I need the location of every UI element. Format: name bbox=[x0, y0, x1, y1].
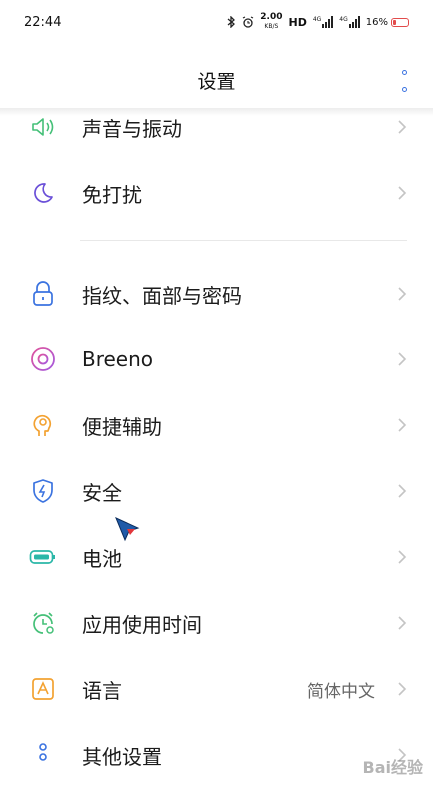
clock-icon bbox=[29, 609, 57, 637]
settings-item-label: 指纹、面部与密码 bbox=[82, 283, 242, 308]
dot-icon bbox=[401, 87, 407, 92]
settings-item-battery[interactable]: 电池 bbox=[0, 526, 433, 588]
signal-icon-2: 4G bbox=[339, 16, 360, 28]
settings-item-sound[interactable]: 声音与振动 bbox=[0, 96, 433, 158]
settings-item-label: Breeno bbox=[82, 347, 154, 371]
shield-icon bbox=[29, 477, 57, 505]
settings-item-fingerprint-face-password[interactable]: 指纹、面部与密码 bbox=[0, 263, 433, 325]
section-divider bbox=[80, 240, 407, 241]
battery-status: 16% bbox=[366, 17, 409, 28]
battery-icon bbox=[29, 543, 57, 571]
chevron-right-icon bbox=[398, 418, 407, 432]
settings-item-convenience-assist[interactable]: 便捷辅助 bbox=[0, 394, 433, 456]
settings-item-do-not-disturb[interactable]: 免打扰 bbox=[0, 162, 433, 224]
battery-indicator-icon bbox=[391, 17, 409, 27]
settings-item-label: 便捷辅助 bbox=[82, 414, 162, 439]
settings-item-label: 电池 bbox=[82, 546, 122, 571]
net-speed: 2.00 KB/S bbox=[260, 12, 283, 31]
language-icon bbox=[29, 675, 57, 703]
breeno-icon bbox=[29, 345, 57, 373]
status-time: 22:44 bbox=[24, 14, 62, 30]
chevron-right-icon bbox=[398, 186, 407, 200]
status-icons: 2.00 KB/S HD 4G 4G 16% bbox=[227, 13, 409, 31]
settings-item-security[interactable]: 安全 bbox=[0, 460, 433, 522]
settings-item-app-usage-time[interactable]: 应用使用时间 bbox=[0, 592, 433, 654]
moon-icon bbox=[29, 179, 57, 207]
lock-icon bbox=[29, 280, 57, 308]
page-title: 设置 bbox=[197, 70, 236, 93]
chevron-right-icon bbox=[398, 120, 407, 134]
chevron-right-icon bbox=[398, 287, 407, 301]
assist-head-icon bbox=[29, 411, 57, 439]
settings-item-label: 免打扰 bbox=[82, 182, 142, 207]
speaker-icon bbox=[29, 113, 57, 141]
language-value: 简体中文 bbox=[307, 681, 375, 702]
mouse-pointer-icon bbox=[115, 517, 140, 542]
settings-item-label: 安全 bbox=[82, 480, 122, 505]
settings-item-label: 语言 bbox=[82, 678, 122, 703]
other-dots-icon bbox=[29, 741, 57, 769]
chevron-right-icon bbox=[398, 484, 407, 498]
watermark: Bai经验 bbox=[362, 758, 423, 777]
bluetooth-icon bbox=[227, 16, 236, 28]
status-bar: 22:44 2.00 KB/S HD 4G 4G 16% bbox=[0, 0, 433, 44]
chevron-right-icon bbox=[398, 682, 407, 696]
more-options-button[interactable] bbox=[397, 70, 411, 92]
settings-item-label: 应用使用时间 bbox=[82, 612, 202, 637]
settings-item-language[interactable]: 语言 简体中文 bbox=[0, 658, 433, 720]
chevron-right-icon bbox=[398, 352, 407, 366]
signal-icon: 4G bbox=[313, 16, 334, 28]
chevron-right-icon bbox=[398, 616, 407, 630]
settings-item-label: 声音与振动 bbox=[82, 116, 182, 141]
settings-item-label: 其他设置 bbox=[82, 744, 162, 769]
hd-label: HD bbox=[288, 15, 307, 29]
settings-item-breeno[interactable]: Breeno bbox=[0, 328, 433, 390]
chevron-right-icon bbox=[398, 550, 407, 564]
alarm-icon bbox=[242, 16, 254, 28]
dot-icon bbox=[401, 70, 407, 75]
